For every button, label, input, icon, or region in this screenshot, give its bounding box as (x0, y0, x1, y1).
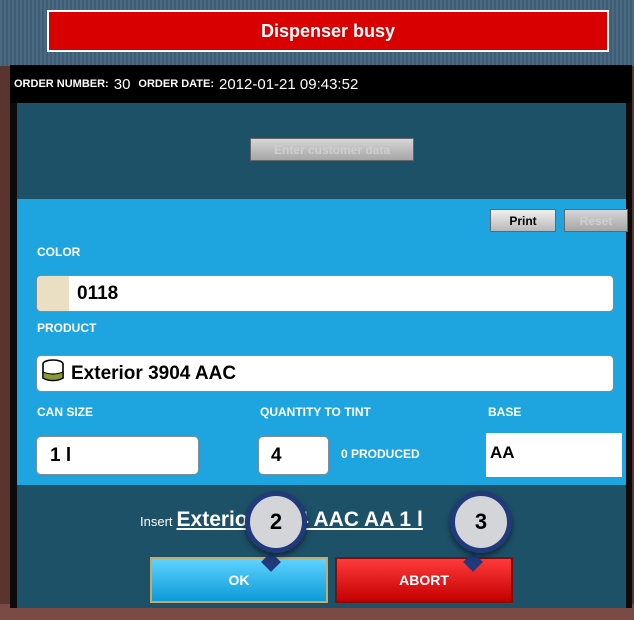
step-badge-3: 3 (450, 491, 512, 553)
produced-label: 0 PRODUCED (341, 447, 420, 461)
product-value: Exterior 3904 AAC (71, 362, 237, 384)
quantity-label: QUANTITY TO TINT (260, 405, 371, 419)
product-label: PRODUCT (37, 321, 97, 335)
can-size-field[interactable]: 1 l (36, 436, 199, 475)
base-label: BASE (488, 405, 522, 419)
can-size-value: 1 l (50, 444, 72, 466)
order-info-bar: ORDER NUMBER: 30 ORDER DATE: 2012-01-21 … (10, 65, 632, 103)
product-field[interactable]: Exterior 3904 AAC (36, 355, 614, 392)
quantity-field[interactable]: 4 (258, 436, 329, 475)
color-label: COLOR (37, 245, 81, 259)
enter-customer-data-button[interactable]: Enter customer data (250, 138, 414, 161)
step-badge-2: 2 (245, 491, 307, 553)
order-number-label: ORDER NUMBER: (14, 78, 109, 90)
reset-button[interactable]: Reset (564, 209, 628, 232)
color-value: 0118 (77, 282, 119, 304)
quantity-value: 4 (271, 444, 282, 466)
order-date-value: 2012-01-21 09:43:52 (219, 75, 359, 93)
window-title: Dispenser busy (47, 10, 609, 52)
abort-button[interactable]: ABORT (335, 557, 513, 603)
insert-prefix: Insert (140, 514, 173, 529)
can-size-label: CAN SIZE (37, 405, 94, 419)
color-swatch (37, 276, 69, 311)
can-icon (41, 358, 65, 390)
color-field[interactable]: 0118 (36, 275, 614, 312)
base-field: AA (486, 433, 622, 477)
base-value: AA (490, 443, 515, 462)
order-date-label: ORDER DATE: (138, 78, 214, 90)
order-number-value: 30 (113, 75, 131, 93)
ok-button[interactable]: OK (150, 557, 328, 603)
print-button[interactable]: Print (490, 209, 556, 232)
